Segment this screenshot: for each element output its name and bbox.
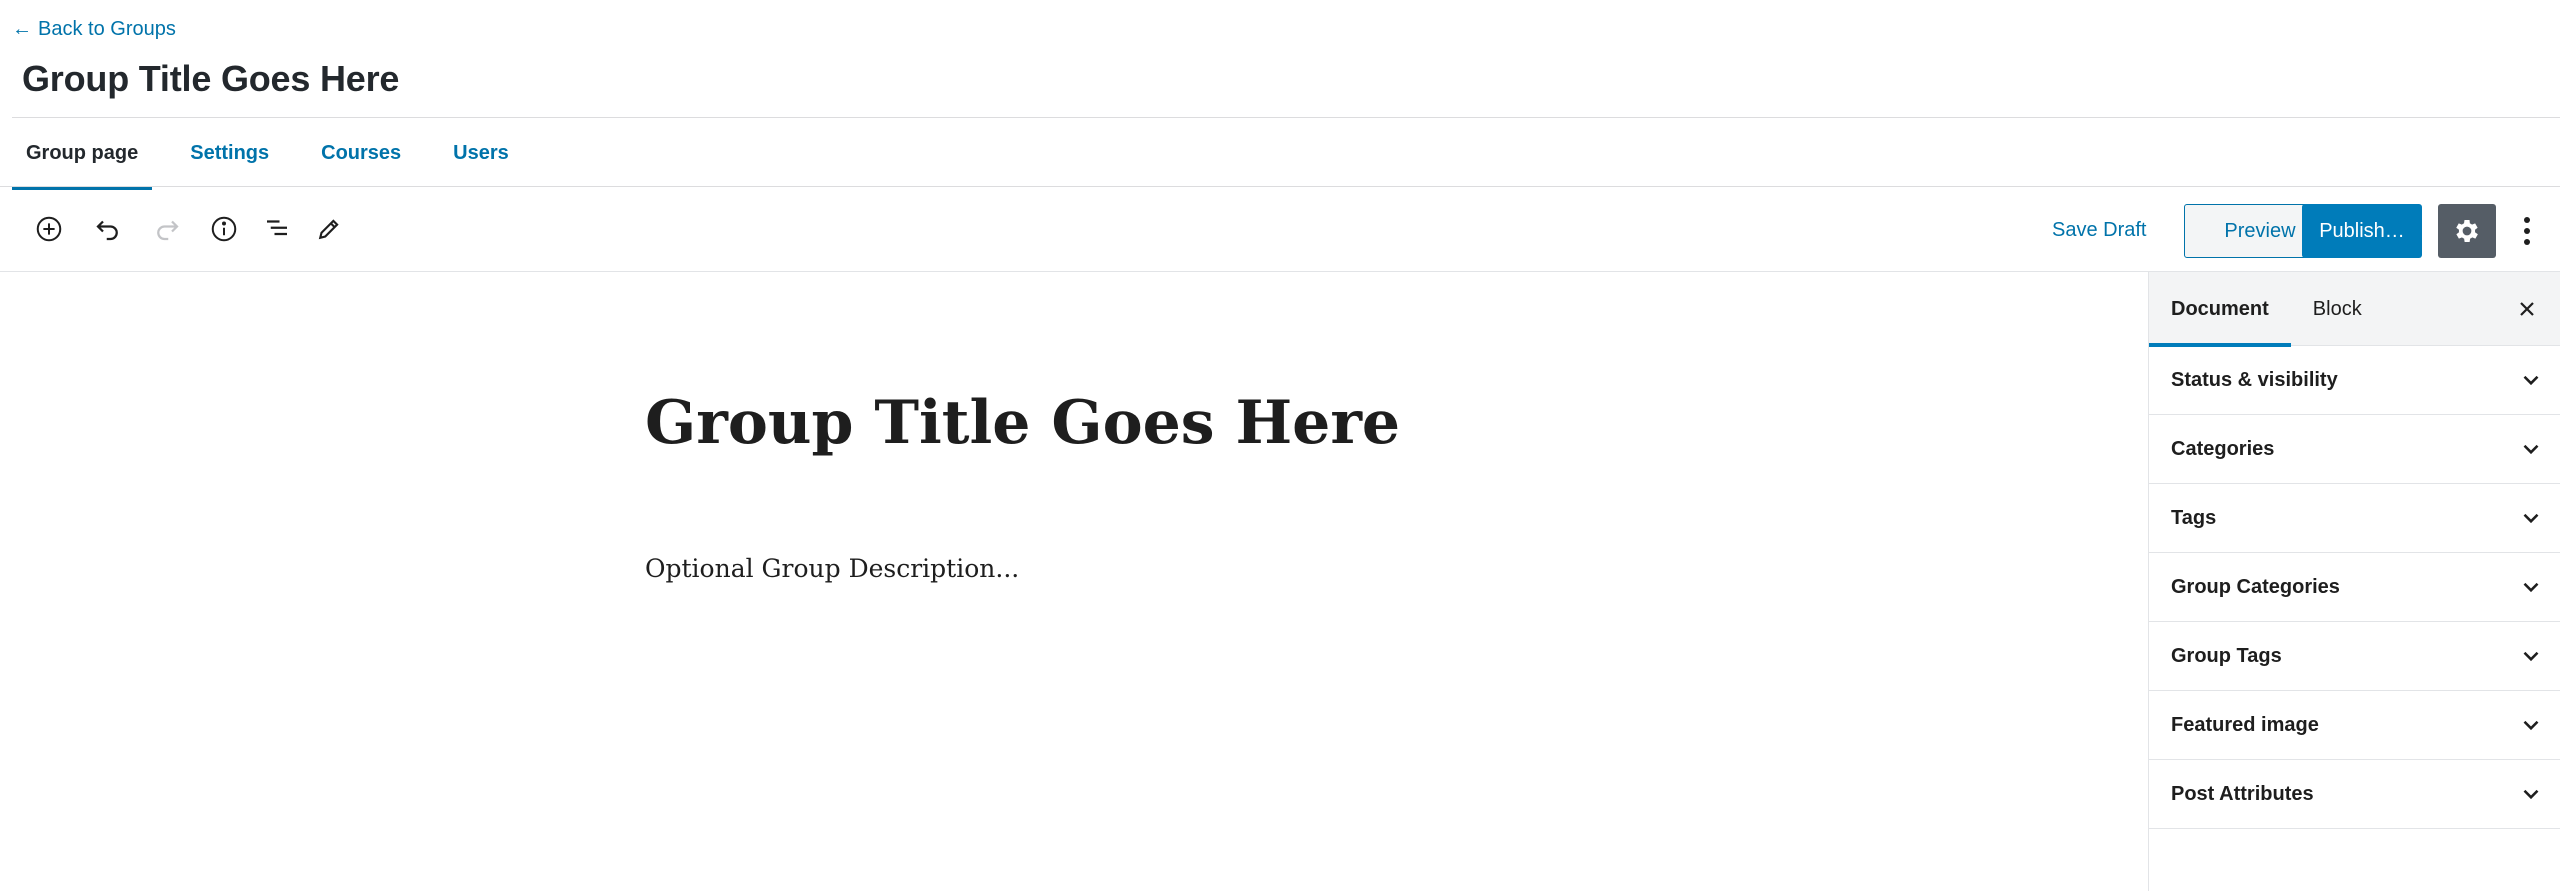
close-icon [2520,302,2534,316]
panel-categories[interactable]: Categories [2149,415,2560,484]
chevron-down-icon [2523,720,2539,731]
panel-post-attributes[interactable]: Post Attributes [2149,760,2560,829]
chevron-down-icon [2523,789,2539,800]
settings-button[interactable] [2438,204,2496,258]
edit-tools-icon[interactable] [307,207,351,251]
arrow-left-icon: ← [12,18,32,40]
group-tabs: Group page Settings Courses Users [12,118,547,190]
editor-canvas: Group Title Goes Here Optional Group Des… [0,272,2148,891]
panel-label: Featured image [2171,713,2319,736]
more-options-button[interactable] [2510,207,2544,255]
panel-label: Status & visibility [2171,368,2338,391]
sidebar-tabs: Document Block [2149,272,2560,347]
tab-courses[interactable]: Courses [307,118,415,188]
back-to-groups-link[interactable]: ← Back to Groups [12,18,176,41]
tab-label: Users [453,141,509,164]
more-vertical-icon [2524,217,2530,245]
group-description-placeholder[interactable]: Optional Group Description... [645,554,1019,583]
tab-group-page[interactable]: Group page [12,118,153,190]
outline-icon[interactable] [255,207,299,251]
tab-users[interactable]: Users [439,118,523,188]
chevron-down-icon [2523,651,2539,662]
tab-label: Courses [321,141,402,164]
panel-tags[interactable]: Tags [2149,484,2560,553]
chevron-down-icon [2523,375,2539,386]
panel-group-categories[interactable]: Group Categories [2149,553,2560,622]
undo-icon[interactable] [86,207,130,251]
panel-label: Categories [2171,437,2275,460]
panel-label: Group Categories [2171,575,2340,598]
gear-icon [2456,220,2478,242]
editor-toolbar: Save Draft Preview Publish… [0,187,2560,272]
save-draft-button[interactable]: Save Draft [2040,211,2158,249]
panel-status-visibility[interactable]: Status & visibility [2149,346,2560,415]
page-title: Group Title Goes Here [22,58,400,99]
panel-label: Tags [2171,506,2217,529]
post-title-field[interactable]: Group Title Goes Here [645,388,1400,458]
settings-sidebar: Document Block Status & visibility Categ… [2148,272,2560,891]
close-sidebar-button[interactable] [2508,290,2546,328]
chevron-down-icon [2523,444,2539,455]
chevron-down-icon [2523,582,2539,593]
panel-group-tags[interactable]: Group Tags [2149,622,2560,691]
chevron-down-icon [2523,513,2539,524]
sidebar-tab-block[interactable]: Block [2291,272,2384,346]
sidebar-tab-document[interactable]: Document [2149,272,2291,347]
back-link-label: Back to Groups [38,18,176,40]
info-icon[interactable] [202,207,246,251]
tab-label: Settings [190,141,270,164]
publish-button[interactable]: Publish… [2302,204,2422,258]
tab-label: Group page [26,141,139,164]
panel-featured-image[interactable]: Featured image [2149,691,2560,760]
panel-label: Group Tags [2171,644,2282,667]
add-block-icon[interactable] [27,207,71,251]
panel-label: Post Attributes [2171,782,2314,805]
tab-settings[interactable]: Settings [176,118,283,188]
redo-icon[interactable] [145,207,189,251]
